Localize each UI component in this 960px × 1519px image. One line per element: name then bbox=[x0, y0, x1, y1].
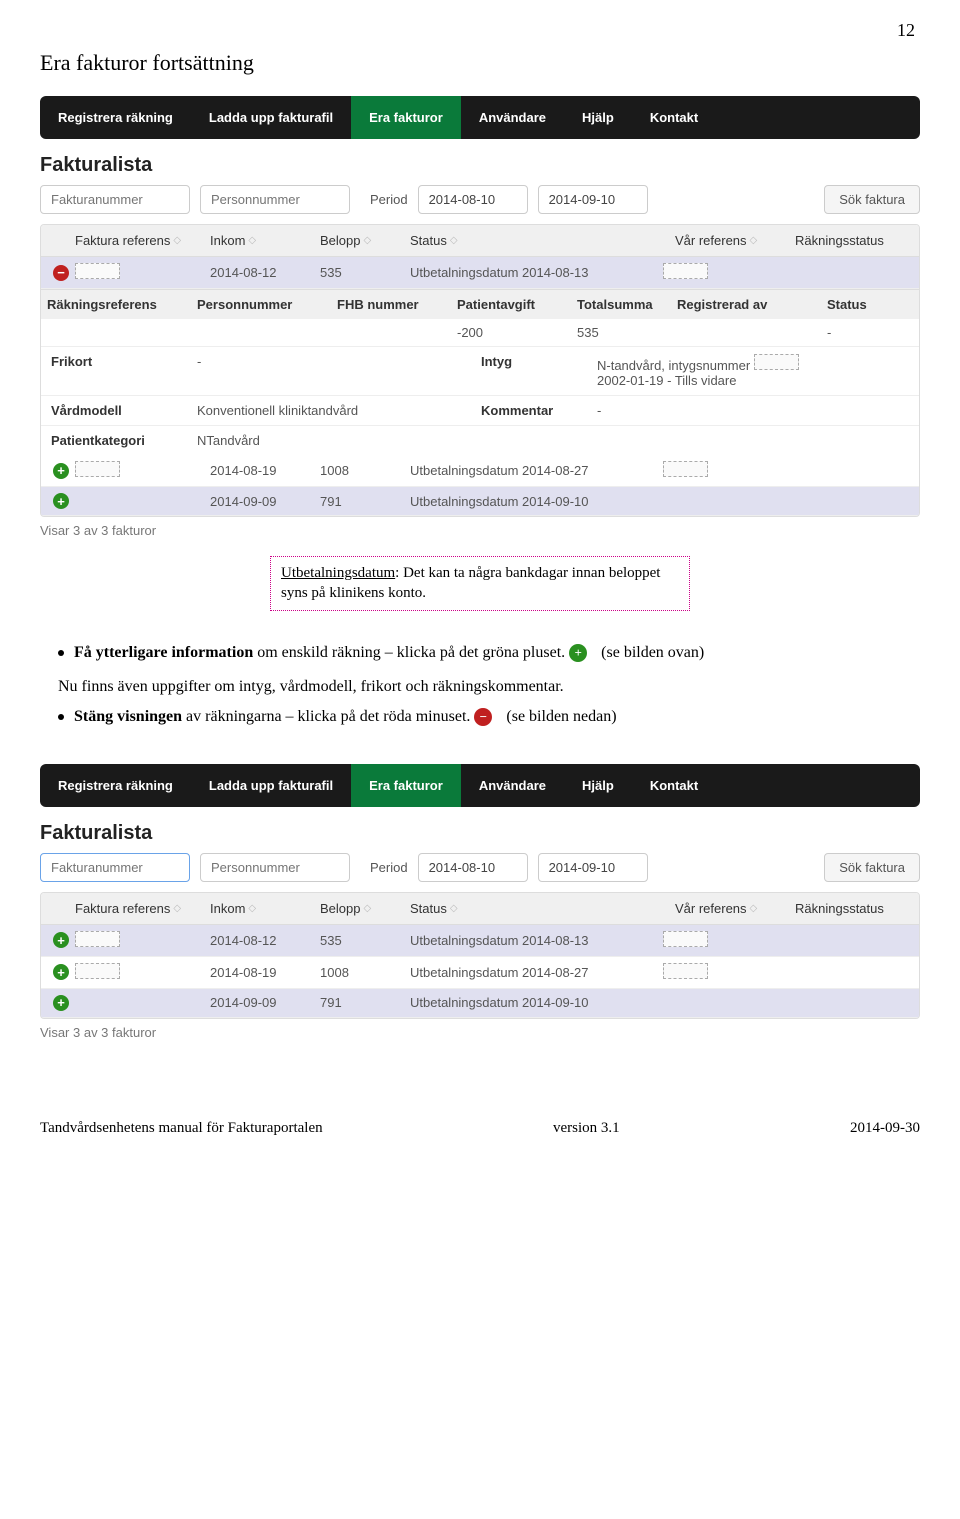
section-title: Fakturalista bbox=[40, 822, 920, 845]
expand-icon[interactable]: + bbox=[53, 964, 69, 980]
date-from-input[interactable] bbox=[418, 185, 528, 214]
faktura-table: Faktura referens◇ Inkom◇ Belopp◇ Status◇… bbox=[40, 892, 920, 1019]
date-from-input[interactable] bbox=[418, 853, 528, 882]
redacted-value bbox=[75, 461, 120, 477]
bullet-icon bbox=[58, 650, 64, 656]
col-status[interactable]: Status◇ bbox=[404, 893, 669, 924]
sort-icon: ◇ bbox=[750, 235, 758, 246]
body-note: Nu finns även uppgifter om intyg, vårdmo… bbox=[58, 675, 920, 699]
table-row[interactable]: + 2014-08-19 1008 Utbetalningsdatum 2014… bbox=[41, 455, 919, 487]
table-row[interactable]: + 2014-09-09 791 Utbetalningsdatum 2014-… bbox=[41, 989, 919, 1018]
redacted-value bbox=[75, 963, 120, 979]
expand-icon[interactable]: + bbox=[53, 995, 69, 1011]
table-row[interactable]: + 2014-08-12 535 Utbetalningsdatum 2014-… bbox=[41, 925, 919, 957]
navbar: Registrera räkning Ladda upp fakturafil … bbox=[40, 764, 920, 807]
period-label: Period bbox=[370, 860, 408, 875]
search-button[interactable]: Sök faktura bbox=[824, 853, 920, 882]
nav-hjalp[interactable]: Hjälp bbox=[564, 764, 632, 807]
nav-kontakt[interactable]: Kontakt bbox=[632, 96, 716, 139]
fakturanummer-input[interactable] bbox=[40, 185, 190, 214]
result-count: Visar 3 av 3 fakturor bbox=[40, 523, 920, 538]
nav-ladda-upp[interactable]: Ladda upp fakturafil bbox=[191, 96, 351, 139]
minus-icon: − bbox=[474, 708, 492, 726]
redacted-value bbox=[663, 931, 708, 947]
fakturanummer-input[interactable] bbox=[40, 853, 190, 882]
personnummer-input[interactable] bbox=[200, 185, 350, 214]
sort-icon: ◇ bbox=[248, 235, 256, 246]
nav-kontakt[interactable]: Kontakt bbox=[632, 764, 716, 807]
ui-screenshot-collapsed: Registrera räkning Ladda upp fakturafil … bbox=[40, 764, 920, 1040]
page-title: Era fakturor fortsättning bbox=[40, 50, 920, 76]
nav-ladda-upp[interactable]: Ladda upp fakturafil bbox=[191, 764, 351, 807]
date-to-input[interactable] bbox=[538, 185, 648, 214]
filter-bar: Period Sök faktura bbox=[40, 185, 920, 214]
date-to-input[interactable] bbox=[538, 853, 648, 882]
nav-era-fakturor[interactable]: Era fakturor bbox=[351, 96, 461, 139]
period-label: Period bbox=[370, 192, 408, 207]
sort-icon: ◇ bbox=[750, 903, 758, 914]
personnummer-input[interactable] bbox=[200, 853, 350, 882]
redacted-value bbox=[75, 263, 120, 279]
nav-registrera[interactable]: Registrera räkning bbox=[40, 764, 191, 807]
col-rakningsstatus[interactable]: Räkningsstatus bbox=[789, 893, 919, 924]
sort-icon: ◇ bbox=[363, 903, 371, 914]
redacted-value bbox=[663, 963, 708, 979]
col-var-referens[interactable]: Vår referens◇ bbox=[669, 225, 789, 256]
sort-icon: ◇ bbox=[363, 235, 371, 246]
col-rakningsstatus[interactable]: Räkningsstatus bbox=[789, 225, 919, 256]
sort-icon: ◇ bbox=[248, 903, 256, 914]
col-belopp[interactable]: Belopp◇ bbox=[314, 893, 404, 924]
table-row[interactable]: + 2014-08-19 1008 Utbetalningsdatum 2014… bbox=[41, 957, 919, 989]
redacted-value bbox=[663, 461, 708, 477]
col-belopp[interactable]: Belopp◇ bbox=[314, 225, 404, 256]
col-faktura-referens[interactable]: Faktura referens◇ bbox=[69, 893, 204, 924]
filter-bar: Period Sök faktura bbox=[40, 853, 920, 882]
row-detail: Räkningsreferens Personnummer FHB nummer… bbox=[41, 289, 919, 455]
expand-icon[interactable]: + bbox=[53, 493, 69, 509]
bullet-icon bbox=[58, 714, 64, 720]
col-inkom[interactable]: Inkom◇ bbox=[204, 225, 314, 256]
table-row[interactable]: + 2014-09-09 791 Utbetalningsdatum 2014-… bbox=[41, 487, 919, 516]
navbar: Registrera räkning Ladda upp fakturafil … bbox=[40, 96, 920, 139]
section-title: Fakturalista bbox=[40, 154, 920, 177]
expand-icon[interactable]: + bbox=[53, 932, 69, 948]
caption-box: Utbetalningsdatum: Det kan ta några bank… bbox=[270, 556, 690, 611]
col-faktura-referens[interactable]: Faktura referens◇ bbox=[69, 225, 204, 256]
page-footer: Tandvårdsenhetens manual för Fakturaport… bbox=[40, 1120, 920, 1137]
col-status[interactable]: Status◇ bbox=[404, 225, 669, 256]
page-number: 12 bbox=[897, 20, 915, 41]
sort-icon: ◇ bbox=[450, 903, 458, 914]
redacted-value bbox=[663, 263, 708, 279]
plus-icon: + bbox=[569, 644, 587, 662]
nav-registrera[interactable]: Registrera räkning bbox=[40, 96, 191, 139]
search-button[interactable]: Sök faktura bbox=[824, 185, 920, 214]
faktura-table: Faktura referens◇ Inkom◇ Belopp◇ Status◇… bbox=[40, 224, 920, 517]
ui-screenshot-expanded: Registrera räkning Ladda upp fakturafil … bbox=[40, 96, 920, 538]
redacted-value bbox=[75, 931, 120, 947]
result-count: Visar 3 av 3 fakturor bbox=[40, 1025, 920, 1040]
table-row[interactable]: − 2014-08-12 535 Utbetalningsdatum 2014-… bbox=[41, 257, 919, 289]
sort-icon: ◇ bbox=[173, 235, 181, 246]
nav-era-fakturor[interactable]: Era fakturor bbox=[351, 764, 461, 807]
nav-anvandare[interactable]: Användare bbox=[461, 764, 564, 807]
sort-icon: ◇ bbox=[450, 235, 458, 246]
collapse-icon[interactable]: − bbox=[53, 265, 69, 281]
nav-anvandare[interactable]: Användare bbox=[461, 96, 564, 139]
nav-hjalp[interactable]: Hjälp bbox=[564, 96, 632, 139]
sort-icon: ◇ bbox=[173, 903, 181, 914]
col-var-referens[interactable]: Vår referens◇ bbox=[669, 893, 789, 924]
col-inkom[interactable]: Inkom◇ bbox=[204, 893, 314, 924]
redacted-value bbox=[754, 354, 799, 370]
expand-icon[interactable]: + bbox=[53, 463, 69, 479]
